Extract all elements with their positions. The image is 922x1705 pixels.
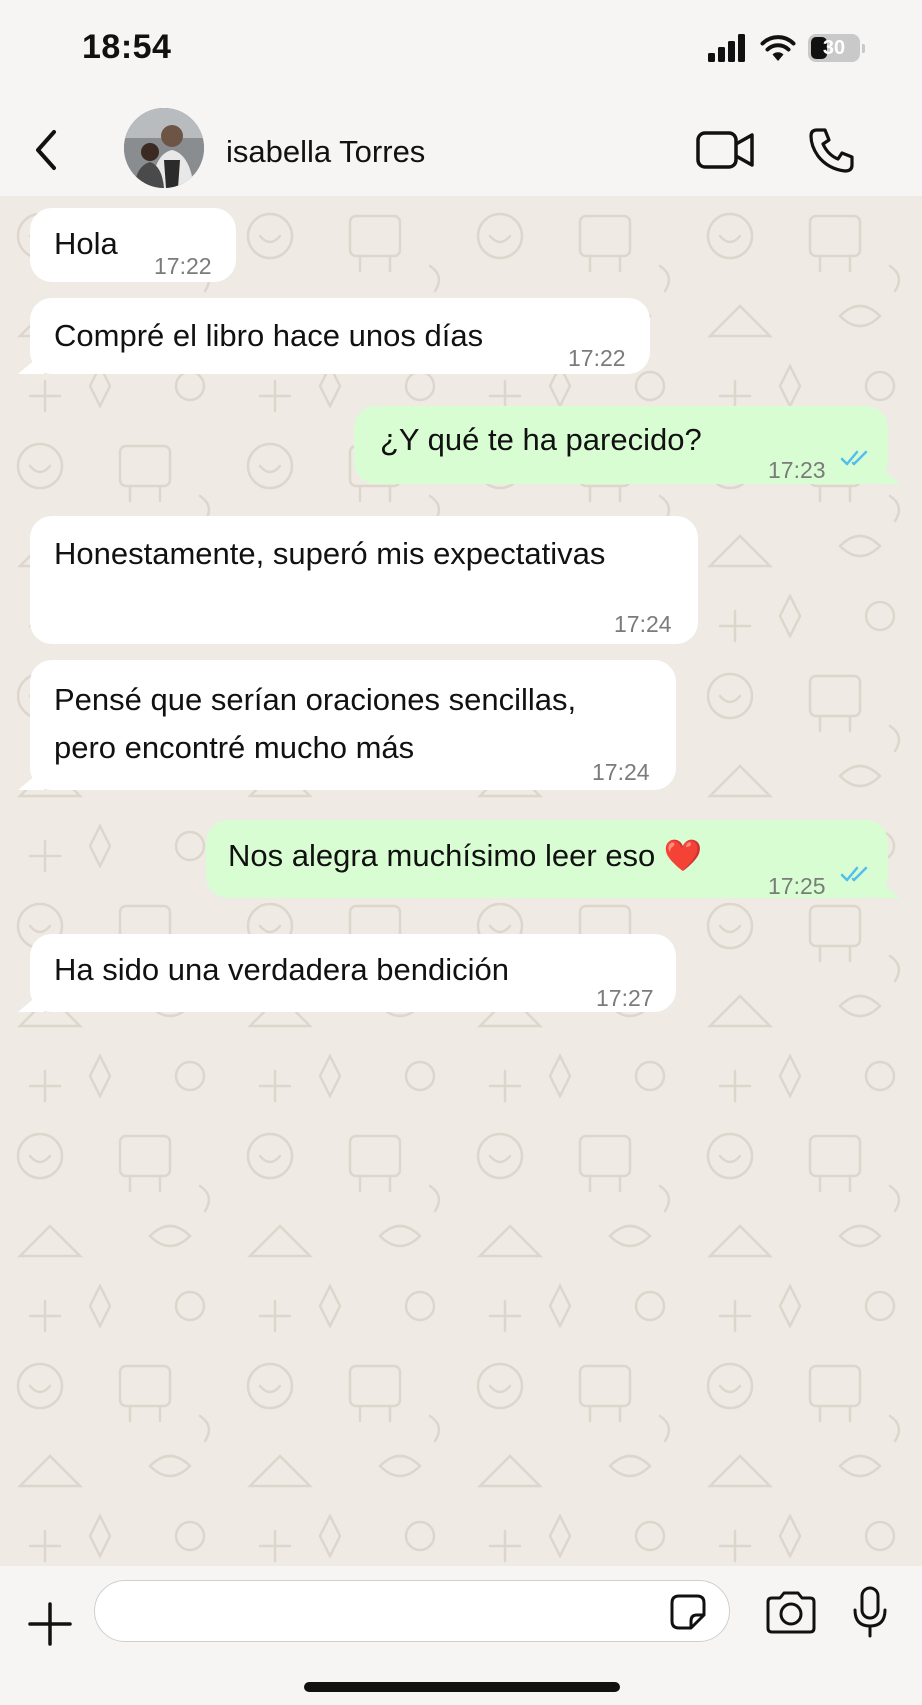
message-bubble-outgoing[interactable]: Nos alegra muchísimo leer eso ❤️ 17:25 — [206, 820, 900, 899]
avatar-photo — [124, 108, 204, 188]
chevron-left-icon[interactable] — [30, 128, 64, 172]
composer-bar — [0, 1566, 922, 1705]
message-bubble-incoming[interactable]: Pensé que serían oraciones sencillas, pe… — [18, 660, 676, 790]
status-time: 18:54 — [82, 28, 172, 66]
message-time: 17:24 — [592, 759, 650, 785]
status-icons: 30 — [708, 30, 865, 66]
wifi-icon — [760, 35, 796, 61]
message-text-line: Pensé que serían oraciones sencillas, — [54, 682, 577, 717]
contact-name[interactable]: isabella Torres — [226, 134, 425, 170]
message-bubble-incoming[interactable]: Honestamente, superó mis expectativas 17… — [30, 516, 698, 644]
message-text: Nos alegra muchísimo leer eso ❤️ — [228, 838, 703, 873]
sticker-icon[interactable] — [669, 1593, 707, 1631]
signal-icon — [708, 34, 745, 62]
message-bubble-incoming[interactable]: Ha sido una verdadera bendición 17:27 — [18, 934, 676, 1012]
message-text-line: pero encontré mucho más — [54, 730, 415, 765]
message-time: 17:27 — [596, 985, 654, 1011]
message-text: ¿Y qué te ha parecido? — [380, 422, 702, 457]
message-bubble-incoming[interactable]: Compré el libro hace unos días 17:22 — [18, 298, 650, 374]
microphone-icon[interactable] — [852, 1586, 888, 1638]
phone-icon[interactable] — [808, 126, 856, 174]
message-time: 17:25 — [768, 873, 826, 899]
message-input-container[interactable] — [94, 1580, 730, 1642]
read-ticks-icon — [840, 450, 868, 466]
message-time: 17:23 — [768, 457, 826, 483]
message-input[interactable] — [115, 1589, 659, 1635]
home-indicator[interactable] — [304, 1682, 620, 1692]
message-time: 17:24 — [614, 611, 672, 637]
video-camera-icon[interactable] — [696, 128, 756, 172]
message-time: 17:22 — [568, 345, 626, 371]
message-text: Hola — [54, 226, 118, 261]
battery-icon: 30 — [808, 34, 865, 62]
status-bar: 18:54 30 — [0, 0, 922, 100]
camera-icon[interactable] — [764, 1590, 818, 1634]
plus-icon[interactable] — [28, 1602, 72, 1646]
avatar[interactable] — [124, 108, 204, 188]
message-bubble-incoming[interactable]: Hola 17:22 — [30, 208, 236, 282]
chat-header: isabella Torres — [0, 100, 922, 196]
message-text: Ha sido una verdadera bendición — [54, 952, 509, 987]
message-bubble-outgoing[interactable]: ¿Y qué te ha parecido? 17:23 — [354, 406, 900, 484]
message-text: Compré el libro hace unos días — [54, 318, 484, 353]
battery-level: 30 — [822, 36, 846, 59]
read-ticks-icon — [840, 866, 868, 882]
chat-area[interactable]: Hola 17:22 Compré el libro hace unos día… — [0, 196, 922, 1566]
message-time: 17:22 — [154, 253, 212, 279]
message-text: Honestamente, superó mis expectativas — [54, 536, 606, 571]
